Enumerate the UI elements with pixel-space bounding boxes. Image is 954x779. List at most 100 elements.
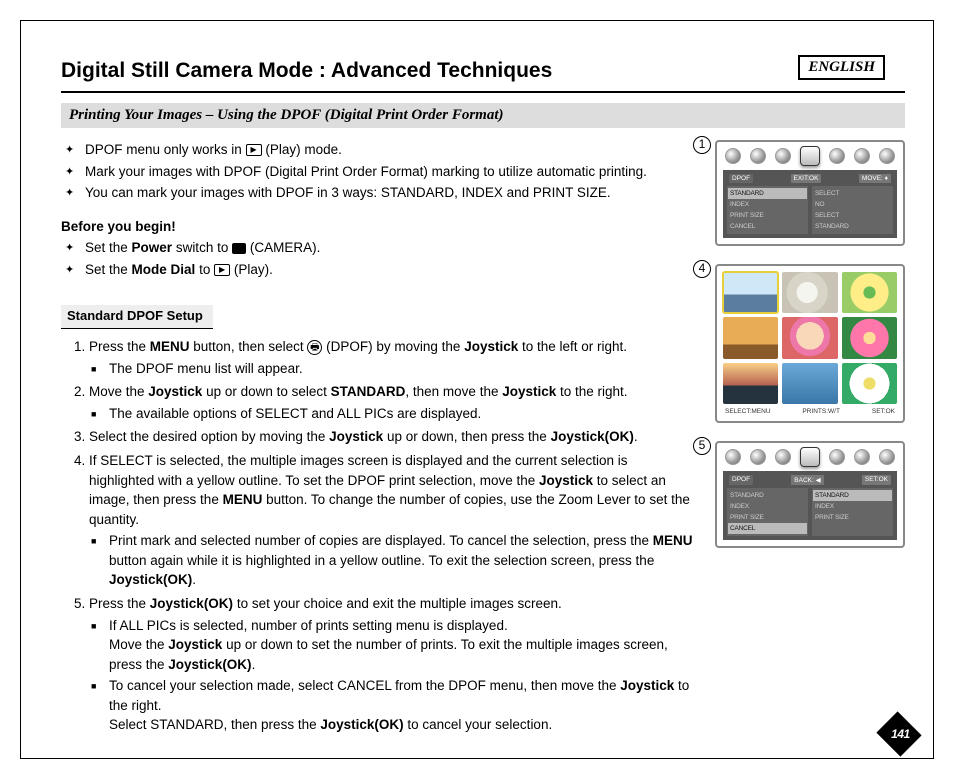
tab-icon bbox=[854, 148, 870, 164]
intro-item: You can mark your images with DPOF in 3 … bbox=[85, 183, 695, 203]
figure-5: 5 DPOF BACK: ◀ bbox=[715, 441, 905, 548]
menu-item: PRINT SIZE bbox=[730, 210, 805, 221]
t: Joystick bbox=[464, 339, 518, 354]
menu-item: STANDARD bbox=[728, 188, 807, 199]
menu-title: DPOF bbox=[729, 174, 753, 183]
t: MENU bbox=[150, 339, 190, 354]
hint-back: BACK: ◀ bbox=[791, 475, 823, 485]
menu-item: STANDARD bbox=[815, 221, 890, 232]
figure-4: 4 SELECT:MENU PRI bbox=[715, 264, 905, 423]
t: Joystick(OK) bbox=[320, 717, 403, 732]
t: STANDARD bbox=[331, 384, 406, 399]
t: MENU bbox=[223, 492, 263, 507]
page-frame: ENGLISH Digital Still Camera Mode : Adva… bbox=[20, 20, 934, 759]
content-row: DPOF menu only works in ▶ (Play) mode. M… bbox=[61, 140, 905, 739]
menu-item: SELECT bbox=[815, 188, 890, 199]
text: to bbox=[195, 262, 214, 277]
hint-select: SELECT:MENU bbox=[725, 408, 771, 415]
t: to the right. bbox=[556, 384, 627, 399]
t: up or down, then press the bbox=[383, 429, 550, 444]
thumbnail bbox=[782, 363, 837, 404]
hint-move: MOVE: ♦ bbox=[859, 174, 891, 183]
text-column: DPOF menu only works in ▶ (Play) mode. M… bbox=[61, 140, 695, 739]
t: to cancel your selection. bbox=[404, 717, 553, 732]
t: button again while it is highlighted in … bbox=[109, 553, 654, 568]
t: Joystick bbox=[329, 429, 383, 444]
menu-item: INDEX bbox=[815, 501, 890, 512]
camera-screen: DPOF EXIT:OK MOVE: ♦ STANDARD INDEX PRIN… bbox=[715, 140, 905, 246]
hint-prints: PRINTS:W/T bbox=[802, 408, 840, 415]
menu-item: STANDARD bbox=[813, 490, 892, 501]
t: Joystick(OK) bbox=[109, 572, 192, 587]
text: (CAMERA). bbox=[250, 240, 321, 255]
step: Move the Joystick up or down to select S… bbox=[89, 382, 695, 423]
t: button, then select bbox=[190, 339, 308, 354]
menu-right-col: SELECT NO SELECT STANDARD bbox=[812, 186, 893, 234]
t: Print mark and selected number of copies… bbox=[109, 533, 653, 548]
figure-number: 1 bbox=[693, 136, 711, 154]
tab-icon bbox=[854, 449, 870, 465]
hint-set: SET:OK bbox=[862, 475, 891, 485]
thumbnail bbox=[842, 272, 897, 313]
tab-icon bbox=[750, 148, 766, 164]
camera-icon bbox=[232, 243, 246, 254]
menu-item: INDEX bbox=[730, 501, 805, 512]
text: Mode Dial bbox=[132, 262, 196, 277]
menu-header: DPOF EXIT:OK MOVE: ♦ bbox=[727, 174, 893, 183]
t: Joystick(OK) bbox=[551, 429, 634, 444]
t: Move the bbox=[109, 637, 168, 652]
menu-left-col: STANDARD INDEX PRINT SIZE CANCEL bbox=[727, 186, 808, 234]
tab-icon bbox=[750, 449, 766, 465]
thumb-footer: SELECT:MENU PRINTS:W/T SET:OK bbox=[723, 408, 897, 415]
thumbnail bbox=[782, 272, 837, 313]
tab-icon bbox=[879, 148, 895, 164]
thumbnail-grid bbox=[723, 272, 897, 404]
menu-header: DPOF BACK: ◀ SET:OK bbox=[727, 475, 893, 485]
page-number: 141 bbox=[888, 727, 912, 741]
menu-item: CANCEL bbox=[730, 221, 805, 232]
page-title: Digital Still Camera Mode : Advanced Tec… bbox=[61, 59, 905, 83]
tab-icon bbox=[879, 449, 895, 465]
steps-list: Press the MENU button, then select 🖶 (DP… bbox=[61, 337, 695, 735]
text: switch to bbox=[172, 240, 232, 255]
t: (DPOF) by moving the bbox=[326, 339, 464, 354]
t: Joystick(OK) bbox=[150, 596, 233, 611]
t: Joystick bbox=[168, 637, 222, 652]
t: Joystick bbox=[620, 678, 674, 693]
thumbnail bbox=[782, 317, 837, 358]
figure-number: 4 bbox=[693, 260, 711, 278]
prereq-list: Set the Power switch to (CAMERA). Set th… bbox=[61, 238, 695, 279]
section-subtitle: Printing Your Images – Using the DPOF (D… bbox=[61, 103, 905, 128]
tab-icon bbox=[775, 148, 791, 164]
menu-item: PRINT SIZE bbox=[730, 512, 805, 523]
tab-icon bbox=[775, 449, 791, 465]
t: If ALL PICs is selected, number of print… bbox=[109, 618, 508, 633]
title-rule bbox=[61, 91, 905, 93]
t: . bbox=[192, 572, 196, 587]
language-badge: ENGLISH bbox=[798, 55, 885, 80]
hint-exit: EXIT:OK bbox=[791, 174, 822, 183]
menu-left-col: STANDARD INDEX PRINT SIZE CANCEL bbox=[727, 488, 808, 536]
t: up or down to select bbox=[202, 384, 330, 399]
t: , then move the bbox=[405, 384, 502, 399]
thumbnail bbox=[723, 363, 778, 404]
camera-screen: DPOF BACK: ◀ SET:OK STANDARD INDEX PRINT… bbox=[715, 441, 905, 548]
hint-set: SET:OK bbox=[872, 408, 895, 415]
thumbnail-selected bbox=[723, 272, 778, 313]
t: Select the desired option by moving the bbox=[89, 429, 329, 444]
t: to set your choice and exit the multiple… bbox=[233, 596, 562, 611]
t: Joystick bbox=[148, 384, 202, 399]
step: Press the MENU button, then select 🖶 (DP… bbox=[89, 337, 695, 378]
t: Press the bbox=[89, 596, 150, 611]
text: Set the bbox=[85, 240, 132, 255]
play-icon: ▶ bbox=[246, 144, 262, 156]
before-you-begin-heading: Before you begin! bbox=[61, 217, 695, 237]
play-icon: ▶ bbox=[214, 264, 230, 276]
thumbnail bbox=[842, 363, 897, 404]
step: If SELECT is selected, the multiple imag… bbox=[89, 451, 695, 590]
substep: To cancel your selection made, select CA… bbox=[109, 676, 695, 735]
t: Select STANDARD, then press the bbox=[109, 717, 320, 732]
text: DPOF menu only works in bbox=[85, 142, 246, 157]
substep: Print mark and selected number of copies… bbox=[109, 531, 695, 590]
procedure-label: Standard DPOF Setup bbox=[61, 305, 213, 329]
